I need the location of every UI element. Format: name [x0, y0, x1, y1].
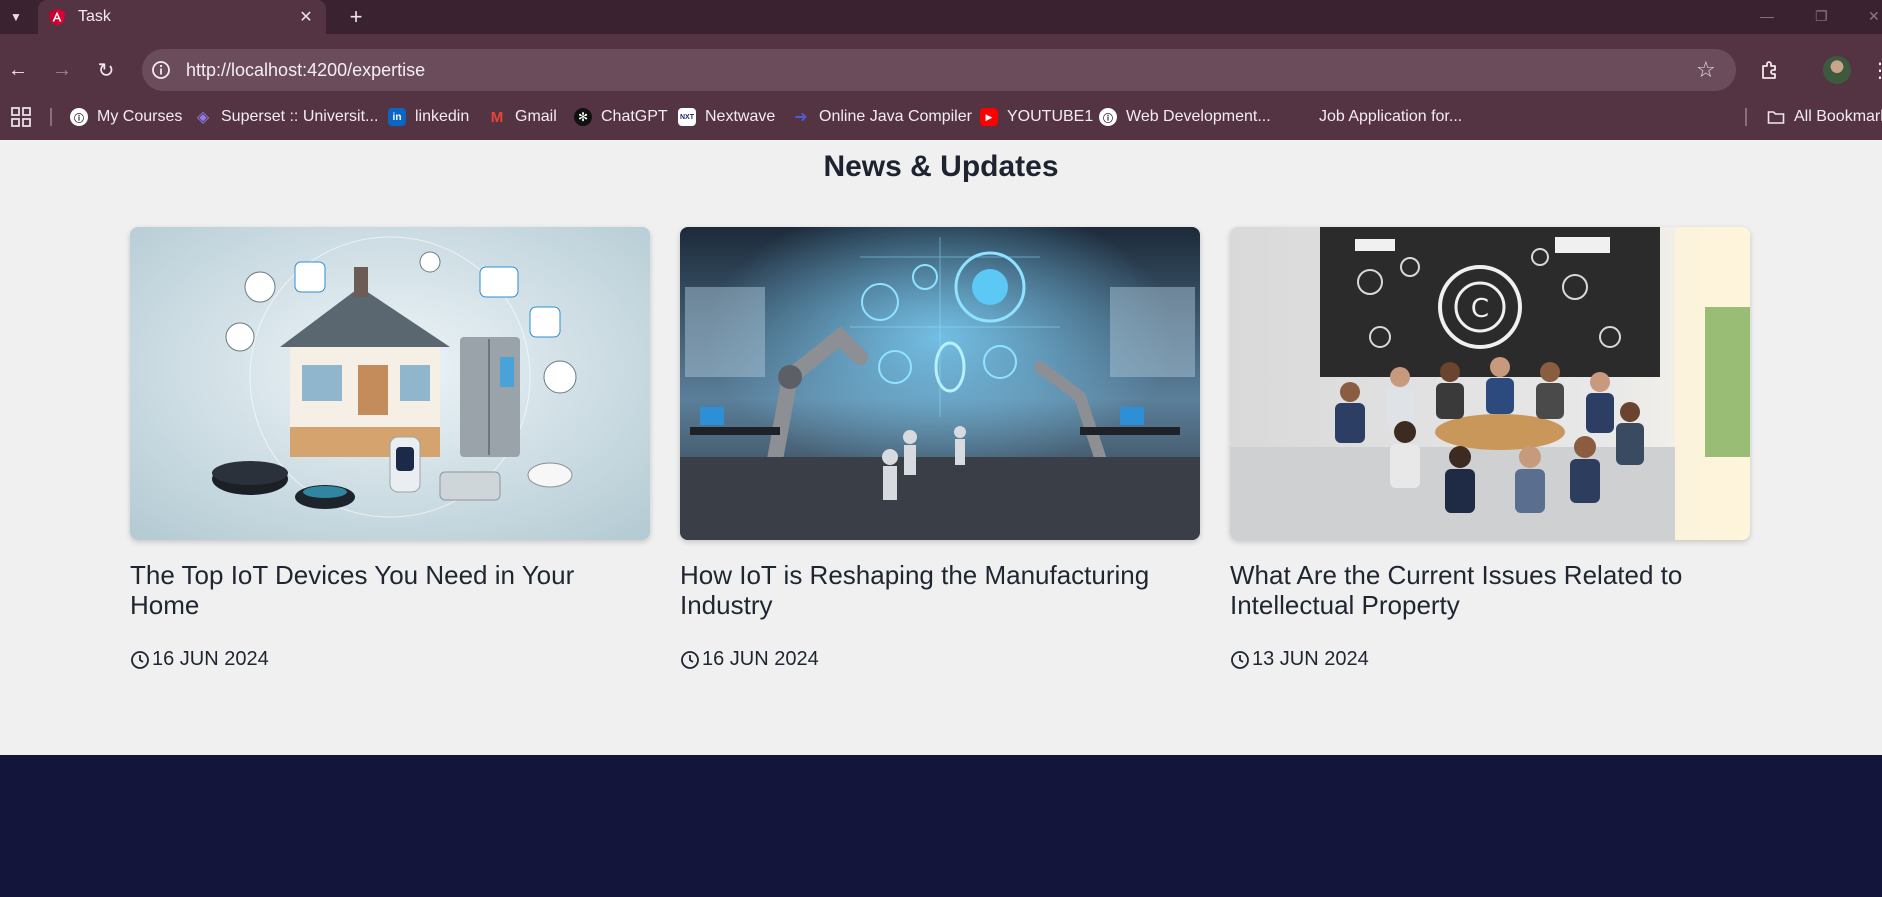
- gmail-icon: M: [490, 108, 504, 126]
- tab-title: Task: [78, 8, 111, 25]
- compiler-icon: ➜: [794, 109, 808, 126]
- card-date: 16 JUN 2024: [680, 648, 1200, 671]
- bookmark-my-courses[interactable]: ⓘ My Courses: [70, 105, 182, 129]
- new-tab-button[interactable]: +: [343, 4, 369, 30]
- bookmarks-bar: ⓘ My Courses ◈ Superset :: Universit... …: [0, 100, 1882, 132]
- bookmark-label: YOUTUBE1: [1007, 108, 1094, 125]
- bookmark-youtube[interactable]: ▶ YOUTUBE1: [980, 105, 1093, 129]
- tab-search-button[interactable]: ▼: [4, 5, 28, 29]
- bookmark-label: Online Java Compiler: [819, 108, 972, 125]
- news-card[interactable]: The Top IoT Devices You Need in Your Hom…: [130, 227, 650, 671]
- svg-text:C: C: [1471, 294, 1489, 324]
- bookmarks-divider: [1745, 108, 1747, 126]
- bookmark-java-compiler[interactable]: ➜ Online Java Compiler: [792, 105, 972, 129]
- bookmark-nextwave[interactable]: NXT Nextwave: [678, 105, 775, 129]
- card-date-text: 16 JUN 2024: [152, 648, 269, 670]
- news-card[interactable]: C What Are the Current Issues Related to…: [1230, 227, 1750, 671]
- nextwave-icon: NXT: [678, 108, 696, 126]
- angular-icon: [48, 8, 66, 26]
- clock-icon: [681, 650, 699, 669]
- bookmark-label: Web Development...: [1126, 108, 1271, 125]
- robotic-factory-image[interactable]: [680, 227, 1200, 540]
- course-icon: ⓘ: [1099, 108, 1117, 126]
- profile-avatar[interactable]: [1823, 56, 1851, 84]
- extensions-icon[interactable]: [1758, 58, 1782, 82]
- minimize-icon[interactable]: —: [1760, 8, 1774, 24]
- linkedin-icon: in: [388, 108, 406, 126]
- bookmark-chatgpt[interactable]: ✻ ChatGPT: [574, 105, 668, 129]
- apps-grid-icon[interactable]: [10, 106, 32, 128]
- course-icon: ⓘ: [70, 108, 88, 126]
- smart-home-iot-devices-image[interactable]: [130, 227, 650, 540]
- bookmark-superset[interactable]: ◈ Superset :: Universit...: [194, 105, 379, 129]
- bookmark-all-bookmarks[interactable]: All Bookmarks: [1767, 105, 1882, 129]
- chatgpt-icon: ✻: [574, 108, 592, 126]
- menu-icon[interactable]: ⋮: [1870, 58, 1882, 83]
- bookmark-web-development[interactable]: ⓘ Web Development...: [1099, 105, 1271, 129]
- bookmark-label: Job Application for...: [1319, 108, 1463, 125]
- tab-strip: ▼ Task ✕ + — ❐ ✕: [0, 0, 1882, 34]
- bookmark-label: Nextwave: [705, 108, 776, 125]
- bookmark-label: ChatGPT: [601, 108, 668, 125]
- section-title: News & Updates: [823, 150, 1059, 183]
- bookmark-linkedin[interactable]: in linkedin: [388, 105, 469, 129]
- bookmark-star-icon[interactable]: ☆: [1696, 57, 1716, 83]
- bookmarks-divider: [50, 108, 52, 126]
- card-date: 13 JUN 2024: [1230, 648, 1750, 671]
- copyright-meeting-image[interactable]: C: [1230, 227, 1750, 540]
- close-window-icon[interactable]: ✕: [1868, 8, 1880, 25]
- bookmark-gmail[interactable]: M Gmail: [488, 105, 557, 129]
- bookmark-label: My Courses: [97, 108, 183, 125]
- card-title[interactable]: The Top IoT Devices You Need in Your Hom…: [130, 560, 650, 620]
- forward-icon[interactable]: →: [50, 58, 74, 82]
- card-date-text: 16 JUN 2024: [702, 648, 819, 670]
- bookmark-label: All Bookmarks: [1794, 108, 1882, 125]
- bookmark-label: linkedin: [415, 108, 470, 125]
- bookmark-label: Gmail: [515, 108, 557, 125]
- news-card[interactable]: How IoT is Reshaping the Manufacturing I…: [680, 227, 1200, 671]
- card-date-text: 13 JUN 2024: [1252, 648, 1369, 670]
- card-title[interactable]: How IoT is Reshaping the Manufacturing I…: [680, 560, 1200, 620]
- folder-icon: [1767, 111, 1785, 124]
- clock-icon: [131, 650, 149, 669]
- close-tab-icon[interactable]: ✕: [296, 7, 316, 27]
- card-date: 16 JUN 2024: [130, 648, 650, 671]
- card-title[interactable]: What Are the Current Issues Related to I…: [1230, 560, 1750, 620]
- url-text[interactable]: http://localhost:4200/expertise: [186, 60, 425, 81]
- superset-icon: ◈: [196, 109, 210, 126]
- bookmark-job-application[interactable]: Job Application for...: [1319, 105, 1462, 129]
- restore-icon[interactable]: ❐: [1815, 8, 1828, 25]
- site-info-icon[interactable]: [150, 59, 172, 81]
- youtube-icon: ▶: [980, 108, 998, 126]
- page-footer: [0, 755, 1882, 897]
- bookmark-label: Superset :: Universit...: [221, 108, 379, 125]
- back-icon[interactable]: ←: [6, 58, 30, 82]
- reload-icon[interactable]: ↻: [94, 58, 118, 82]
- news-section: News & Updates The Top IoT Devices You N…: [0, 140, 1882, 755]
- clock-icon: [1231, 650, 1249, 669]
- active-tab[interactable]: Task ✕: [38, 0, 326, 34]
